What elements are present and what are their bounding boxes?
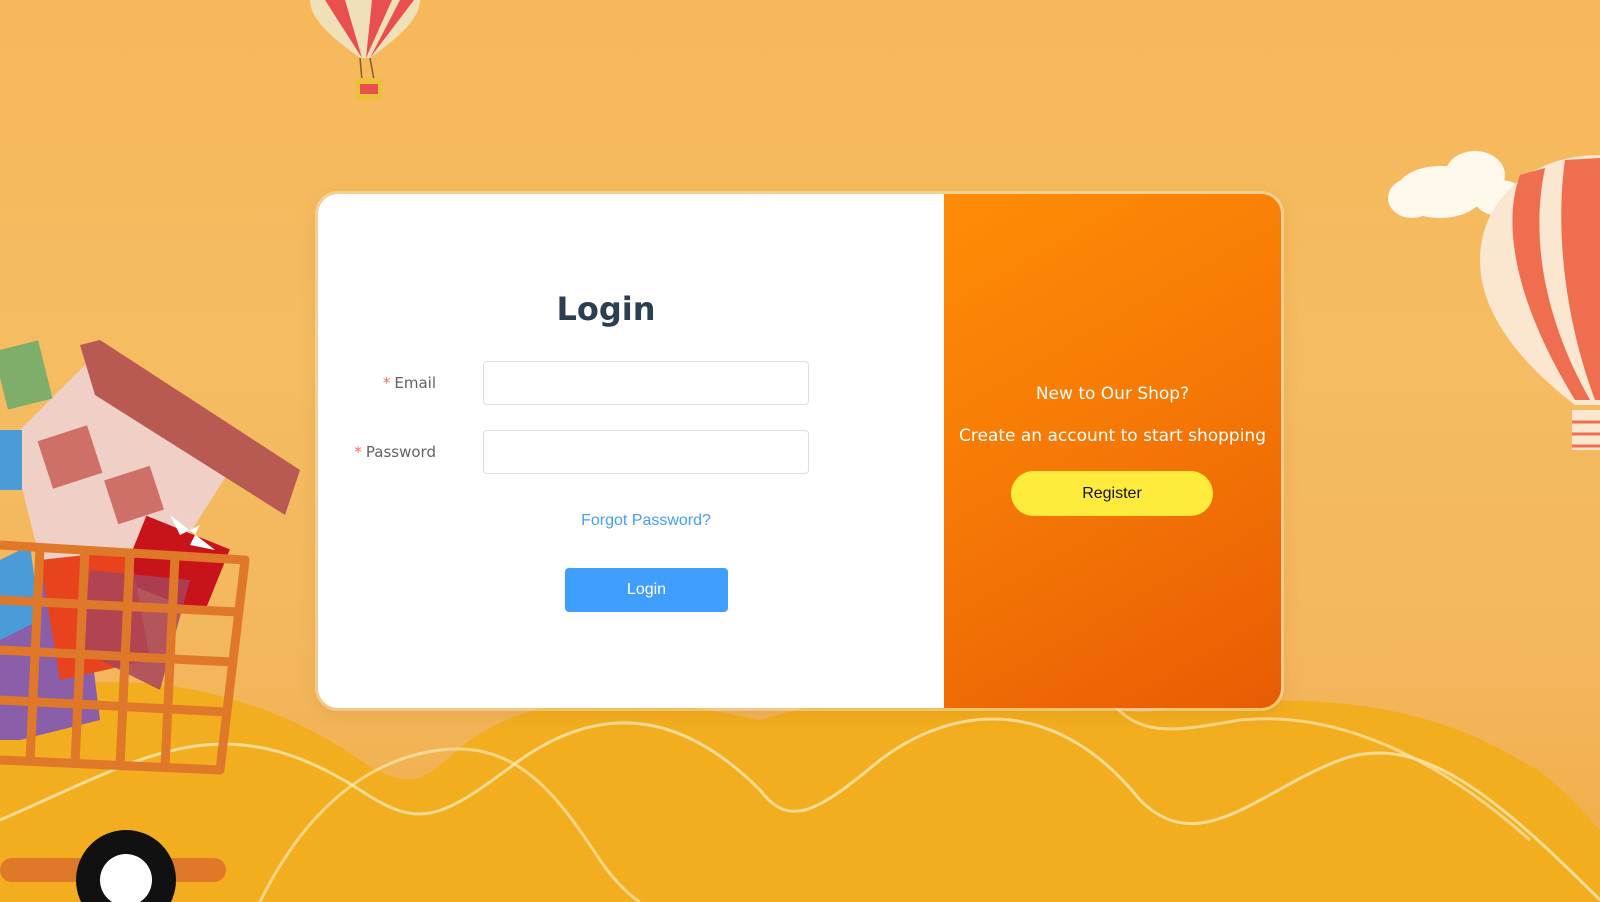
required-mark: *	[354, 443, 362, 461]
email-form-row: * Email	[318, 361, 944, 405]
auth-card: Login * Email * Password Forgot Password? …	[318, 194, 1281, 708]
password-form-row: * Password	[318, 430, 944, 474]
email-field[interactable]	[483, 361, 809, 405]
password-field[interactable]	[483, 430, 809, 474]
promo-title: New to Our Shop?	[1035, 384, 1190, 404]
password-label: * Password	[354, 430, 436, 474]
email-label: * Email	[383, 361, 436, 405]
register-button[interactable]: Register	[1011, 471, 1213, 516]
hills-illustration	[0, 682, 1600, 902]
page-title: Login	[556, 290, 656, 328]
login-button[interactable]: Login	[565, 568, 728, 612]
email-label-text: Email	[394, 374, 436, 392]
hot-air-balloon-icon	[310, 0, 420, 100]
register-promo-panel: New to Our Shop? Create an account to st…	[944, 194, 1281, 708]
promo-subtitle: Create an account to start shopping	[959, 426, 1266, 446]
login-panel: Login * Email * Password Forgot Password? …	[318, 194, 944, 708]
forgot-password-link[interactable]: Forgot Password?	[483, 512, 809, 530]
required-mark: *	[382, 374, 391, 392]
password-label-text: Password	[365, 443, 436, 461]
